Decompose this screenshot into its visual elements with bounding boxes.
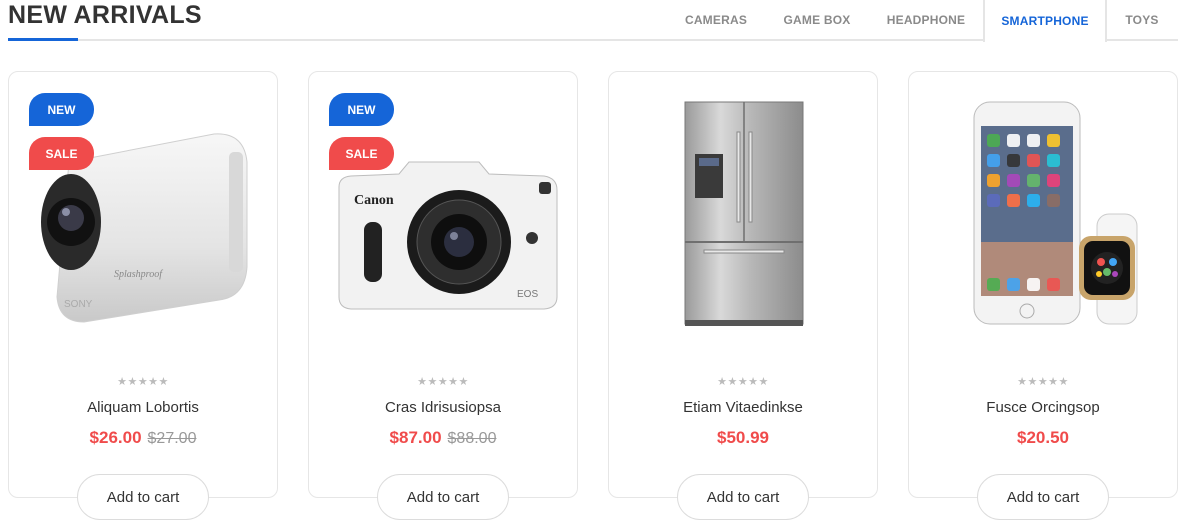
price-row: $20.50	[909, 428, 1177, 448]
rating-stars: ★★★★★	[1017, 376, 1069, 388]
svg-text:SONY: SONY	[64, 299, 93, 310]
price-row: $50.99	[609, 428, 877, 448]
refrigerator-image[interactable]	[629, 92, 859, 332]
iphone-watch-image[interactable]	[929, 92, 1159, 332]
tab-smartphone[interactable]: SMARTPHONE	[983, 0, 1107, 42]
rating-stars: ★★★★★	[717, 376, 769, 388]
add-to-cart-button[interactable]: Add to cart	[977, 474, 1109, 520]
product-name[interactable]: Cras Idrisusiopsa	[309, 399, 577, 416]
rating-stars: ★★★★★	[117, 376, 169, 388]
product-name[interactable]: Fusce Orcingsop	[909, 399, 1177, 416]
add-to-cart-button[interactable]: Add to cart	[677, 474, 809, 520]
badge-new: NEW	[29, 93, 94, 126]
svg-text:Canon: Canon	[354, 193, 394, 208]
product-card[interactable]: Splashproof SONY NEW SALE ★★★★★ Aliquam …	[8, 71, 278, 498]
svg-text:Splashproof: Splashproof	[114, 269, 163, 280]
add-to-cart-button[interactable]: Add to cart	[377, 474, 509, 520]
product-price: $20.50	[1017, 428, 1069, 447]
category-tabs: CAMERAS GAME BOX HEADPHONE SMARTPHONE TO…	[0, 0, 1183, 42]
tab-cameras[interactable]: CAMERAS	[668, 0, 764, 40]
price-row: $26.00 $27.00	[9, 428, 277, 448]
product-price: $26.00	[89, 428, 142, 447]
product-card[interactable]: ★★★★★ Fusce Orcingsop $20.50	[908, 71, 1178, 498]
tab-toys[interactable]: TOYS	[1108, 0, 1176, 40]
product-old-price: $27.00	[147, 430, 197, 447]
price-row: $87.00 $88.00	[309, 428, 577, 448]
add-to-cart-button[interactable]: Add to cart	[77, 474, 209, 520]
badge-new: NEW	[329, 93, 394, 126]
product-old-price: $88.00	[447, 430, 497, 447]
product-name[interactable]: Etiam Vitaedinkse	[609, 399, 877, 416]
rating-stars: ★★★★★	[417, 376, 469, 388]
product-price: $50.99	[717, 428, 769, 447]
product-card[interactable]: Canon EOS NEW SALE ★★★★★ Cras Idrisusiop…	[308, 71, 578, 498]
canon-camera-image[interactable]: Canon EOS	[329, 92, 559, 332]
product-card[interactable]: ★★★★★ Etiam Vitaedinkse $50.99	[608, 71, 878, 498]
action-camera-image[interactable]: Splashproof SONY	[29, 92, 259, 332]
svg-text:EOS: EOS	[517, 289, 538, 300]
badge-sale: SALE	[329, 137, 394, 170]
product-price: $87.00	[389, 428, 442, 447]
tab-headphone[interactable]: HEADPHONE	[870, 0, 982, 40]
tab-game-box[interactable]: GAME BOX	[768, 0, 866, 40]
badge-sale: SALE	[29, 137, 94, 170]
product-name[interactable]: Aliquam Lobortis	[9, 399, 277, 416]
